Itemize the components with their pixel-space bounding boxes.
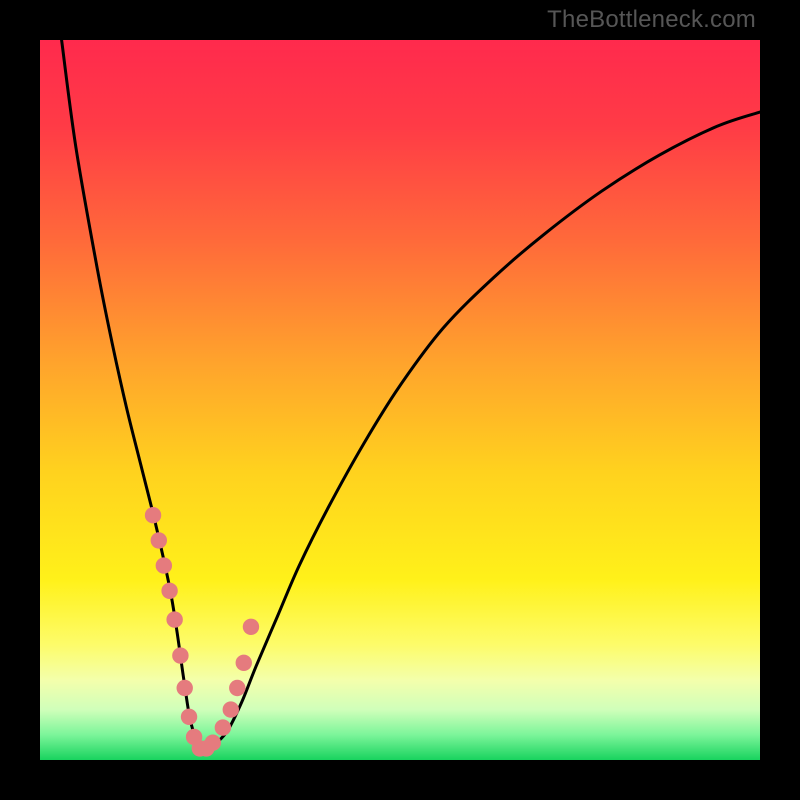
marker-dot: [229, 680, 245, 696]
marker-dot: [151, 532, 167, 548]
marker-dot: [205, 735, 221, 751]
outer-frame: TheBottleneck.com: [0, 0, 800, 800]
marker-dot: [166, 611, 182, 627]
chart-svg: [40, 40, 760, 760]
watermark-text: TheBottleneck.com: [547, 6, 756, 34]
marker-dot: [223, 701, 239, 717]
marker-dot: [215, 719, 231, 735]
marker-dot: [156, 557, 172, 573]
plot-area: [40, 40, 760, 760]
marker-dot: [145, 507, 161, 523]
bottleneck-curve: [62, 40, 760, 751]
marker-dot: [177, 680, 193, 696]
marker-dot: [161, 583, 177, 599]
marker-dot: [236, 655, 252, 671]
marker-dot: [172, 647, 188, 663]
marker-group: [145, 507, 259, 757]
marker-dot: [181, 709, 197, 725]
marker-dot: [243, 619, 259, 635]
